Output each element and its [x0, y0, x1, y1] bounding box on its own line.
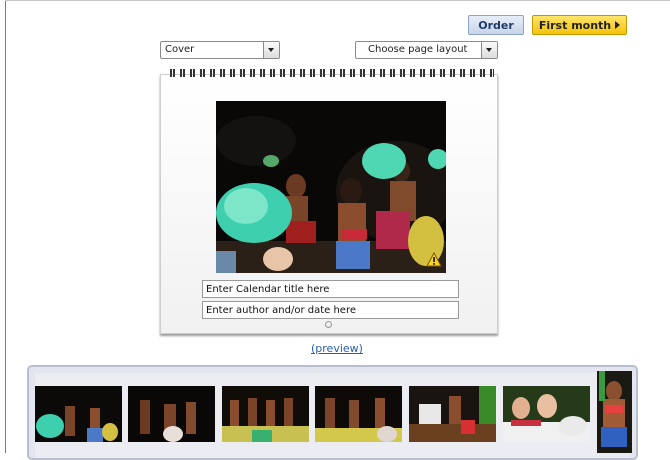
first-month-button-label: First month: [538, 19, 612, 32]
binding-ring: [373, 69, 375, 77]
binding-ring: [483, 69, 485, 77]
binding-ring: [270, 69, 272, 77]
binding-ring: [280, 69, 282, 77]
photo-thumbnail[interactable]: [128, 386, 215, 442]
chevron-down-icon[interactable]: [263, 42, 279, 58]
binding-ring: [393, 69, 395, 77]
binding-ring: [303, 69, 305, 77]
page-indicator-dot[interactable]: [325, 321, 332, 328]
binding-ring: [413, 69, 415, 77]
binding-ring: [200, 69, 202, 77]
binding-ring: [370, 69, 372, 77]
order-button-label: Order: [478, 19, 514, 32]
binding-ring: [470, 69, 472, 77]
first-month-button[interactable]: First month: [532, 15, 627, 35]
binding-ring: [273, 69, 275, 77]
binding-ring: [250, 69, 252, 77]
binding-ring: [433, 69, 435, 77]
window-top-border: [5, 0, 670, 1]
binding-ring: [293, 69, 295, 77]
binding-ring: [423, 69, 425, 77]
binding-ring: [463, 69, 465, 77]
binding-ring: [403, 69, 405, 77]
binding-ring: [440, 69, 442, 77]
binding-ring: [180, 69, 182, 77]
binding-ring: [243, 69, 245, 77]
binding-ring: [323, 69, 325, 77]
page-select-value: Cover: [165, 44, 195, 55]
photo-thumbnail[interactable]: [315, 386, 402, 442]
arrow-right-icon: [615, 21, 621, 29]
photo-thumbnail[interactable]: [35, 386, 122, 442]
binding-ring: [223, 69, 225, 77]
spiral-binding: [168, 69, 494, 77]
binding-ring: [253, 69, 255, 77]
binding-ring: [330, 69, 332, 77]
binding-ring: [473, 69, 475, 77]
binding-ring: [183, 69, 185, 77]
binding-ring: [453, 69, 455, 77]
binding-ring: [480, 69, 482, 77]
window-left-border: [5, 0, 6, 453]
binding-ring: [420, 69, 422, 77]
binding-ring: [493, 69, 494, 77]
binding-ring: [383, 69, 385, 77]
binding-ring: [220, 69, 222, 77]
layout-select[interactable]: Choose page layout: [355, 41, 498, 59]
binding-ring: [310, 69, 312, 77]
author-date-input[interactable]: [202, 301, 459, 319]
binding-ring: [240, 69, 242, 77]
binding-ring: [410, 69, 412, 77]
photo-thumbnail[interactable]: [409, 386, 496, 442]
binding-ring: [360, 69, 362, 77]
photo-thumbnail[interactable]: [222, 386, 309, 442]
binding-ring: [353, 69, 355, 77]
binding-ring: [400, 69, 402, 77]
binding-ring: [460, 69, 462, 77]
binding-ring: [450, 69, 452, 77]
order-button[interactable]: Order: [468, 15, 524, 35]
binding-ring: [300, 69, 302, 77]
photo-thumbnail[interactable]: [503, 386, 590, 442]
binding-ring: [443, 69, 445, 77]
binding-ring: [263, 69, 265, 77]
binding-ring: [363, 69, 365, 77]
binding-ring: [390, 69, 392, 77]
binding-ring: [313, 69, 315, 77]
binding-ring: [210, 69, 212, 77]
binding-ring: [233, 69, 235, 77]
calendar-title-input[interactable]: [202, 280, 459, 298]
binding-ring: [173, 69, 175, 77]
chevron-down-icon[interactable]: [481, 42, 497, 58]
binding-ring: [350, 69, 352, 77]
warning-icon[interactable]: [426, 251, 442, 271]
binding-ring: [430, 69, 432, 77]
binding-ring: [380, 69, 382, 77]
binding-ring: [333, 69, 335, 77]
binding-ring: [193, 69, 195, 77]
preview-link[interactable]: (preview): [311, 342, 363, 355]
binding-ring: [340, 69, 342, 77]
binding-ring: [213, 69, 215, 77]
binding-ring: [490, 69, 492, 77]
binding-ring: [283, 69, 285, 77]
calendar-photo[interactable]: [216, 101, 446, 273]
binding-ring: [260, 69, 262, 77]
binding-ring: [230, 69, 232, 77]
page-select[interactable]: Cover: [160, 41, 280, 59]
binding-ring: [343, 69, 345, 77]
binding-ring: [190, 69, 192, 77]
binding-ring: [320, 69, 322, 77]
binding-ring: [203, 69, 205, 77]
binding-ring: [170, 69, 172, 77]
binding-ring: [290, 69, 292, 77]
layout-select-value: Choose page layout: [368, 44, 468, 55]
photo-thumbnail-selected[interactable]: [597, 371, 632, 453]
